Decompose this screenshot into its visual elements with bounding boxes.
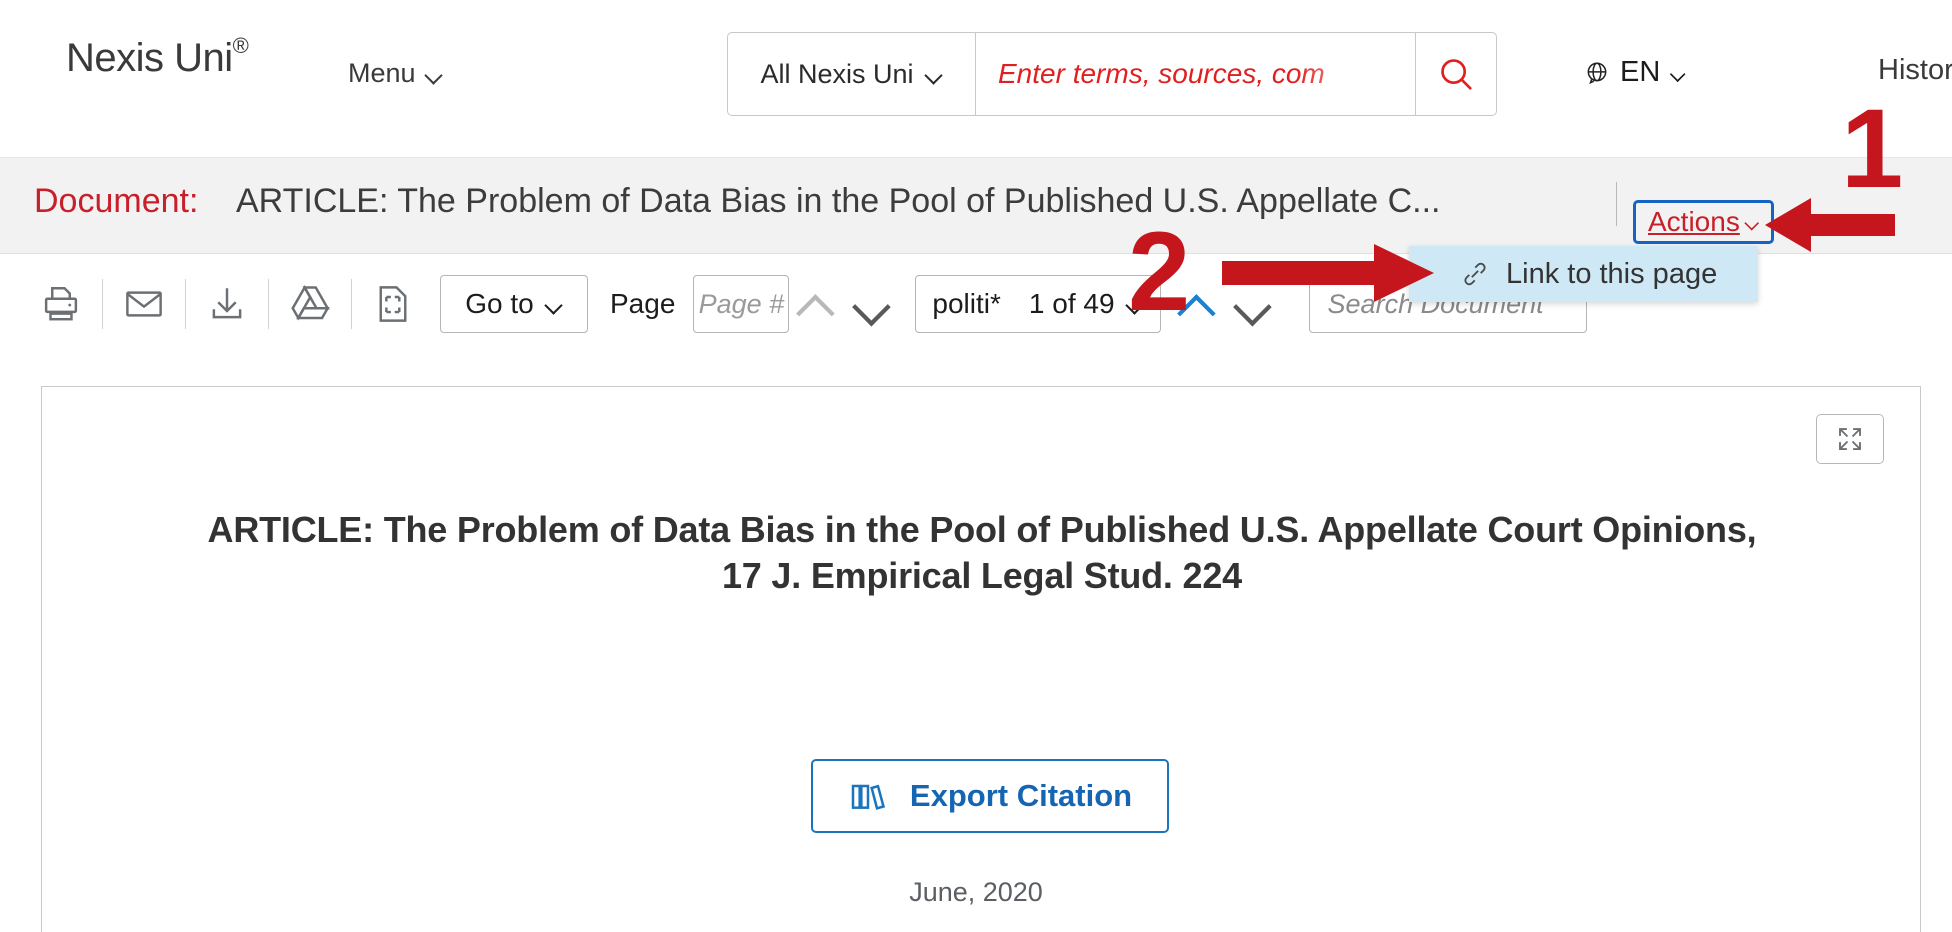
page-label: Page	[610, 288, 676, 319]
goto-label: Go to	[465, 288, 534, 319]
chevron-up-icon	[800, 294, 836, 315]
link-icon	[1464, 262, 1486, 286]
top-header: Nexis Uni® Menu All Nexis Uni Enter term…	[0, 0, 1952, 158]
language-selector[interactable]: EN	[1584, 56, 1687, 89]
search-submit-button[interactable]	[1416, 33, 1496, 115]
page-view-icon	[379, 286, 407, 322]
books-icon	[851, 784, 885, 810]
expand-icon	[1839, 428, 1861, 450]
chevron-down-icon	[1672, 68, 1686, 77]
menu-item-link-to-this-page[interactable]: Link to this page	[1460, 258, 1717, 291]
chevron-down-icon	[926, 69, 943, 79]
menu-dropdown[interactable]: Menu	[348, 58, 443, 89]
expand-document-button[interactable]	[1816, 414, 1884, 464]
chevron-down-icon	[1746, 218, 1760, 226]
download-icon	[212, 288, 242, 319]
history-link[interactable]: Histor	[1878, 54, 1952, 87]
nexis-uni-logo[interactable]: Nexis Uni®	[66, 32, 249, 81]
actions-button[interactable]: Actions	[1633, 200, 1774, 244]
document-content-panel: ARTICLE: The Problem of Data Bias in the…	[41, 386, 1921, 932]
chevron-down-icon	[856, 294, 892, 315]
global-search-input-wrap	[976, 33, 1416, 115]
menu-item-label: Link to this page	[1506, 257, 1718, 290]
divider	[268, 279, 269, 329]
search-term-navigator[interactable]: politi* 1 of 49	[915, 275, 1161, 333]
divider	[102, 279, 103, 329]
global-search-group: All Nexis Uni	[727, 32, 1497, 116]
google-drive-button[interactable]	[273, 273, 347, 335]
print-icon	[44, 287, 78, 321]
export-citation-button[interactable]: Export Citation	[811, 759, 1169, 833]
actions-dropdown-menu: Link to this page	[1409, 246, 1758, 302]
chevron-up-icon	[1181, 294, 1217, 315]
email-button[interactable]	[107, 273, 181, 335]
page-view-button[interactable]	[356, 273, 430, 335]
document-label: Document:	[34, 182, 199, 220]
chevron-down-icon	[1237, 294, 1273, 315]
divider	[1616, 182, 1617, 226]
previous-page-button[interactable]	[789, 276, 845, 332]
globe-icon	[1587, 61, 1607, 84]
search-scope-label: All Nexis Uni	[760, 58, 914, 89]
actions-button-label: Actions	[1648, 206, 1740, 237]
article-title-line-2: 17 J. Empirical Legal Stud. 224	[721, 555, 1243, 597]
next-page-button[interactable]	[845, 276, 901, 332]
goto-dropdown[interactable]: Go to	[440, 275, 588, 333]
search-term-count: 1 of 49	[1028, 288, 1115, 319]
search-scope-dropdown[interactable]: All Nexis Uni	[728, 33, 976, 115]
download-button[interactable]	[190, 273, 264, 335]
print-button[interactable]	[24, 273, 98, 335]
article-title: ARTICLE: The Problem of Data Bias in the…	[152, 507, 1812, 599]
document-title-text: ARTICLE: The Problem of Data Bias in the…	[236, 182, 1441, 220]
article-title-line-1: ARTICLE: The Problem of Data Bias in the…	[207, 509, 1757, 550]
logo-text: Nexis Uni	[66, 36, 233, 80]
next-term-button[interactable]	[1227, 276, 1283, 332]
email-icon	[126, 291, 162, 317]
search-icon	[1441, 59, 1472, 90]
previous-term-button[interactable]	[1171, 276, 1227, 332]
language-label: EN	[1620, 56, 1661, 88]
chevron-down-icon	[546, 299, 563, 309]
global-search-input[interactable]	[976, 33, 1415, 115]
divider	[185, 279, 186, 329]
nexis-uni-document-page: Nexis Uni® Menu All Nexis Uni Enter term…	[0, 0, 1952, 932]
page-number-input[interactable]	[693, 275, 790, 333]
google-drive-icon	[291, 285, 330, 321]
menu-label: Menu	[348, 58, 416, 88]
chevron-down-icon	[426, 69, 443, 79]
registered-trademark-icon: ®	[232, 32, 249, 58]
divider	[351, 279, 352, 329]
search-term-text: politi*	[932, 288, 1001, 319]
chevron-down-icon	[1127, 299, 1144, 309]
export-citation-label: Export Citation	[909, 778, 1133, 813]
document-date: June, 2020	[909, 877, 1043, 907]
